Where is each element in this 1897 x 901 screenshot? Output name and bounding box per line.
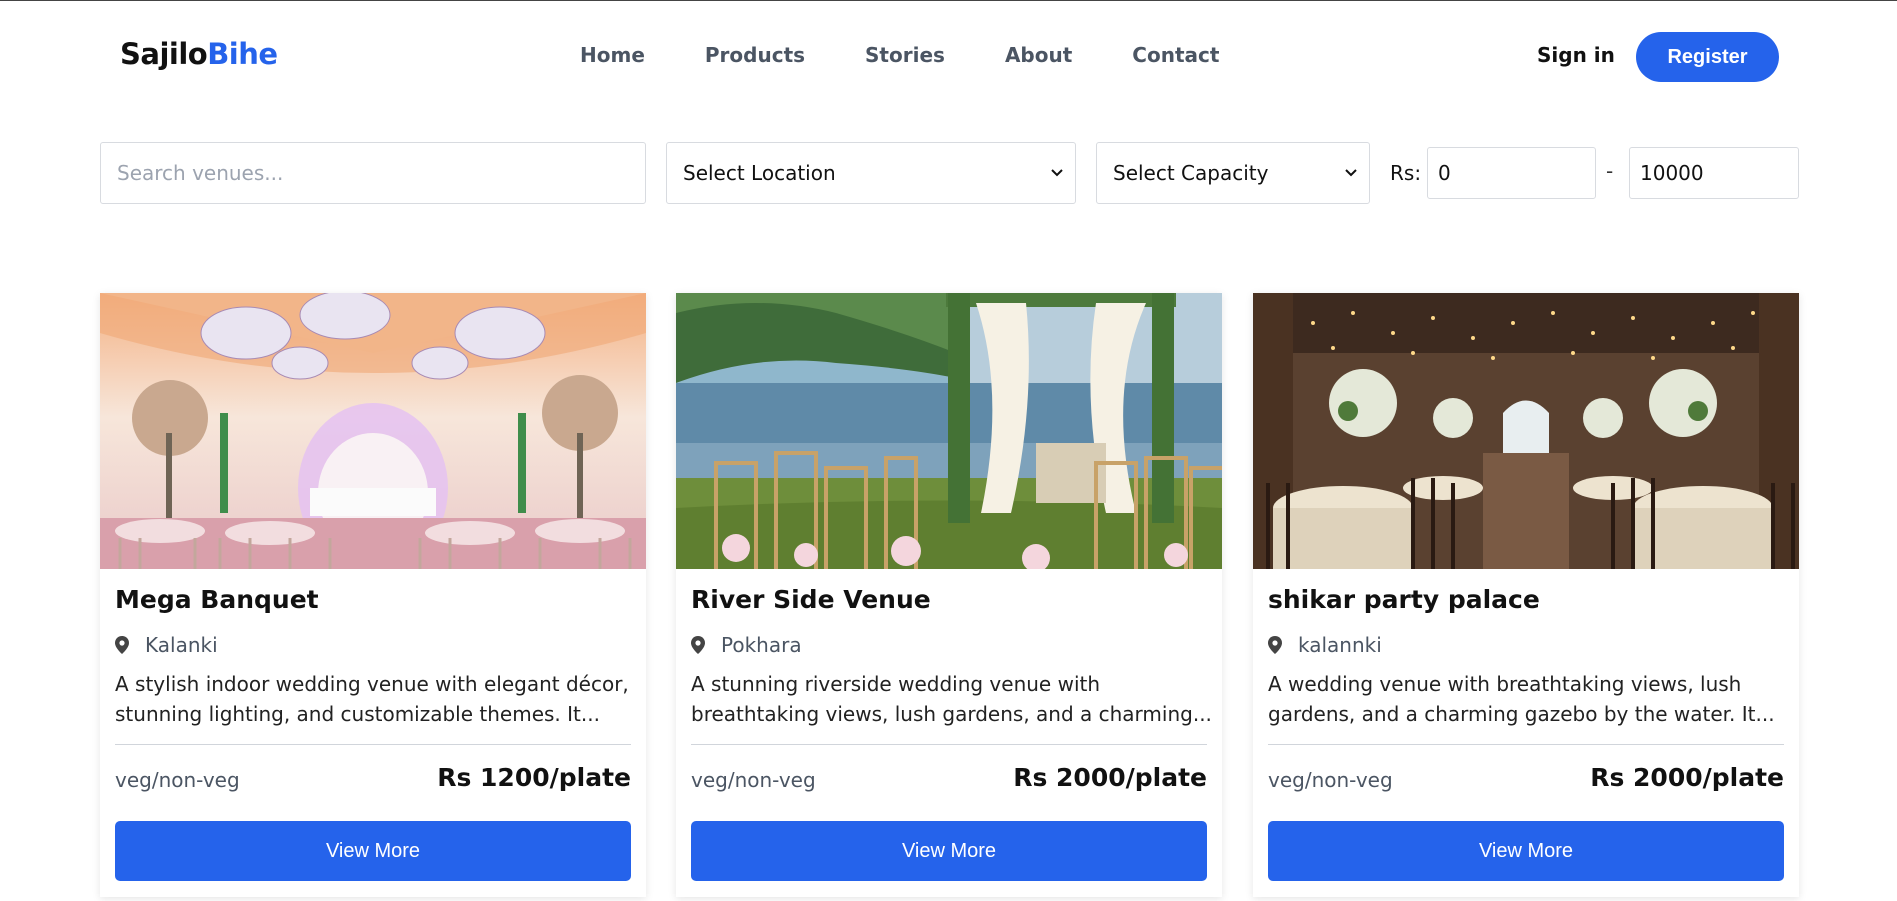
- location-select-value: Select Location: [683, 161, 836, 185]
- capacity-select[interactable]: Select Capacity: [1096, 142, 1370, 204]
- venue-description-line: stunning lighting, and customizable them…: [115, 702, 600, 726]
- nav-stories[interactable]: Stories: [865, 43, 945, 67]
- venue-card: Mega Banquet Kalanki A stylish indoor we…: [100, 293, 646, 897]
- chevron-down-icon: [1049, 165, 1065, 181]
- chevron-down-icon: [1343, 165, 1359, 181]
- card-divider: [1268, 744, 1784, 745]
- nav-home[interactable]: Home: [580, 43, 645, 67]
- map-pin-icon: [1268, 635, 1284, 655]
- venue-price: Rs 2000/plate: [1590, 763, 1784, 792]
- venue-description: A stunning riverside wedding venue with …: [691, 669, 1211, 729]
- nav-products[interactable]: Products: [705, 43, 805, 67]
- venue-image-riverside: [676, 293, 1222, 569]
- venue-description: A stylish indoor wedding venue with eleg…: [115, 669, 635, 729]
- venue-location-text: Kalanki: [145, 633, 218, 657]
- venue-image-palace: [1253, 293, 1799, 569]
- venue-card: shikar party palace kalannki A wedding v…: [1253, 293, 1799, 897]
- venue-location: Kalanki: [115, 633, 218, 657]
- venue-location-text: Pokhara: [721, 633, 802, 657]
- venue-description-line: A stylish indoor wedding venue with eleg…: [115, 672, 629, 696]
- register-button[interactable]: Register: [1636, 32, 1779, 82]
- card-divider: [115, 744, 631, 745]
- venue-title[interactable]: River Side Venue: [691, 585, 931, 614]
- min-price-input[interactable]: 0: [1427, 147, 1596, 199]
- venue-description: A wedding venue with breathtaking views,…: [1268, 669, 1788, 729]
- main-nav: Home Products Stories About Contact: [580, 43, 1219, 67]
- site-header: SajiloBihe Home Products Stories About C…: [0, 1, 1897, 111]
- venue-food-type: veg/non-veg: [115, 768, 240, 792]
- site-logo[interactable]: SajiloBihe: [120, 37, 278, 71]
- logo-text-primary: Sajilo: [120, 37, 208, 71]
- map-pin-icon: [691, 635, 707, 655]
- venue-location-text: kalannki: [1298, 633, 1382, 657]
- venue-description-line: breathtaking views, lush gardens, and a …: [691, 702, 1211, 726]
- price-range-label: Rs:: [1390, 161, 1422, 185]
- capacity-select-value: Select Capacity: [1113, 161, 1269, 185]
- venue-title[interactable]: Mega Banquet: [115, 585, 319, 614]
- logo-text-accent: Bihe: [207, 37, 278, 71]
- sign-in-link[interactable]: Sign in: [1537, 43, 1615, 67]
- map-pin-icon: [115, 635, 131, 655]
- venue-price: Rs 2000/plate: [1013, 763, 1207, 792]
- price-range-separator: -: [1606, 159, 1614, 183]
- venue-description-line: gardens, and a charming gazebo by the wa…: [1268, 702, 1775, 726]
- nav-about[interactable]: About: [1005, 43, 1072, 67]
- location-select[interactable]: Select Location: [666, 142, 1076, 204]
- venue-image-banquet: [100, 293, 646, 569]
- venue-title[interactable]: shikar party palace: [1268, 585, 1540, 614]
- max-price-input[interactable]: 10000: [1629, 147, 1799, 199]
- search-input[interactable]: Search venues...: [100, 142, 646, 204]
- view-more-button[interactable]: View More: [115, 821, 631, 881]
- venue-location: Pokhara: [691, 633, 802, 657]
- venue-description-line: A wedding venue with breathtaking views,…: [1268, 672, 1742, 696]
- venue-food-type: veg/non-veg: [691, 768, 816, 792]
- card-divider: [691, 744, 1207, 745]
- view-more-button[interactable]: View More: [691, 821, 1207, 881]
- nav-contact[interactable]: Contact: [1132, 43, 1219, 67]
- venue-card: River Side Venue Pokhara A stunning rive…: [676, 293, 1222, 897]
- venue-location: kalannki: [1268, 633, 1382, 657]
- view-more-button[interactable]: View More: [1268, 821, 1784, 881]
- venue-description-line: A stunning riverside wedding venue with: [691, 672, 1101, 696]
- venue-price: Rs 1200/plate: [437, 763, 631, 792]
- venue-food-type: veg/non-veg: [1268, 768, 1393, 792]
